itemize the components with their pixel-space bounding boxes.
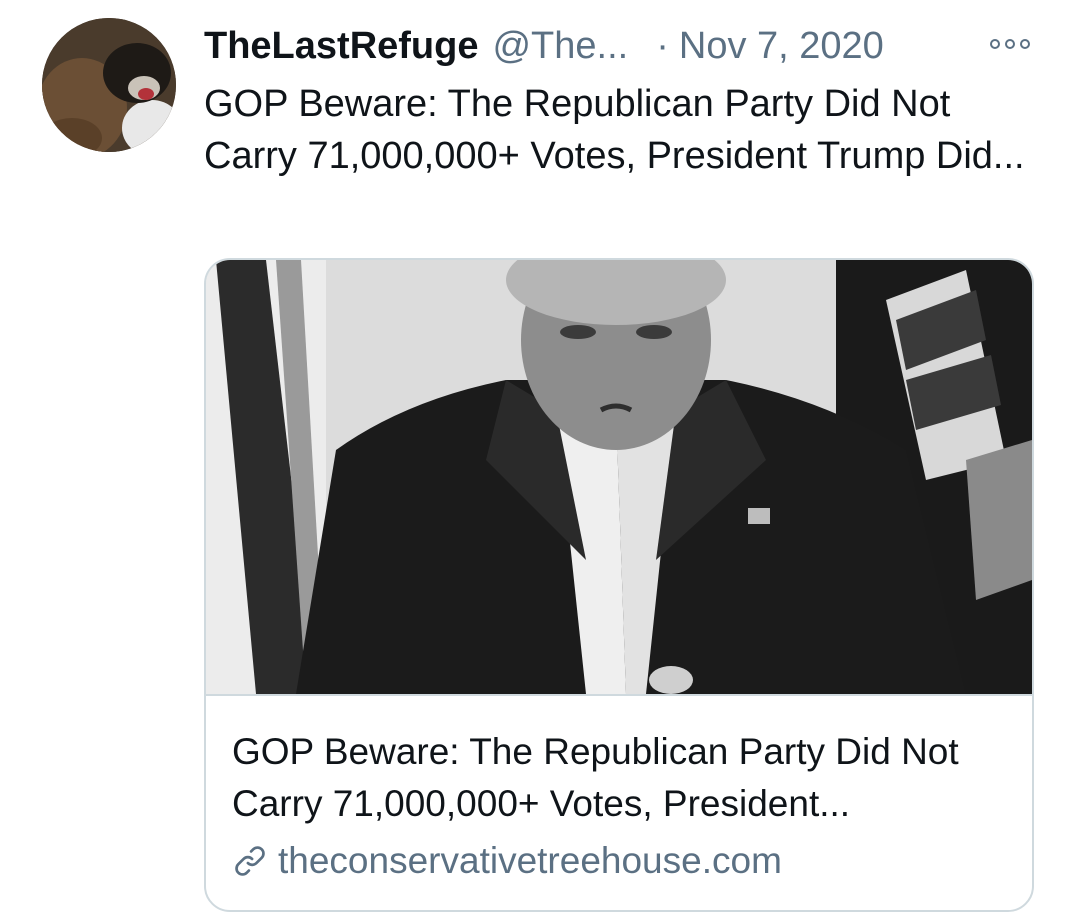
author-avatar[interactable]: [42, 18, 176, 152]
card-photo: [206, 260, 1032, 694]
tweet[interactable]: TheLastRefuge @The... · Nov 7, 2020 GOP …: [0, 0, 1080, 918]
card-domain-row[interactable]: theconservativetreehouse.com: [232, 836, 782, 886]
link-preview-card[interactable]: GOP Beware: The Republican Party Did Not…: [204, 258, 1034, 912]
header-separator: ·: [656, 24, 669, 67]
card-title[interactable]: GOP Beware: The Republican Party Did Not…: [232, 726, 1012, 830]
link-icon: [235, 846, 265, 876]
card-domain: theconservativetreehouse.com: [278, 840, 782, 881]
card-divider: [206, 694, 1032, 696]
tweet-text: GOP Beware: The Republican Party Did Not…: [204, 83, 1025, 177]
more-dot: [1005, 39, 1015, 49]
author-name[interactable]: TheLastRefuge: [204, 25, 478, 68]
card-image: [206, 260, 1032, 694]
avatar-image: [42, 18, 176, 152]
more-dot: [1020, 39, 1030, 49]
tweet-header: TheLastRefuge @The... · Nov 7, 2020: [204, 20, 884, 72]
author-handle[interactable]: @The...: [492, 25, 628, 68]
tweet-date[interactable]: Nov 7, 2020: [679, 25, 884, 68]
more-options-icon[interactable]: [990, 32, 1038, 56]
more-dot: [990, 39, 1000, 49]
